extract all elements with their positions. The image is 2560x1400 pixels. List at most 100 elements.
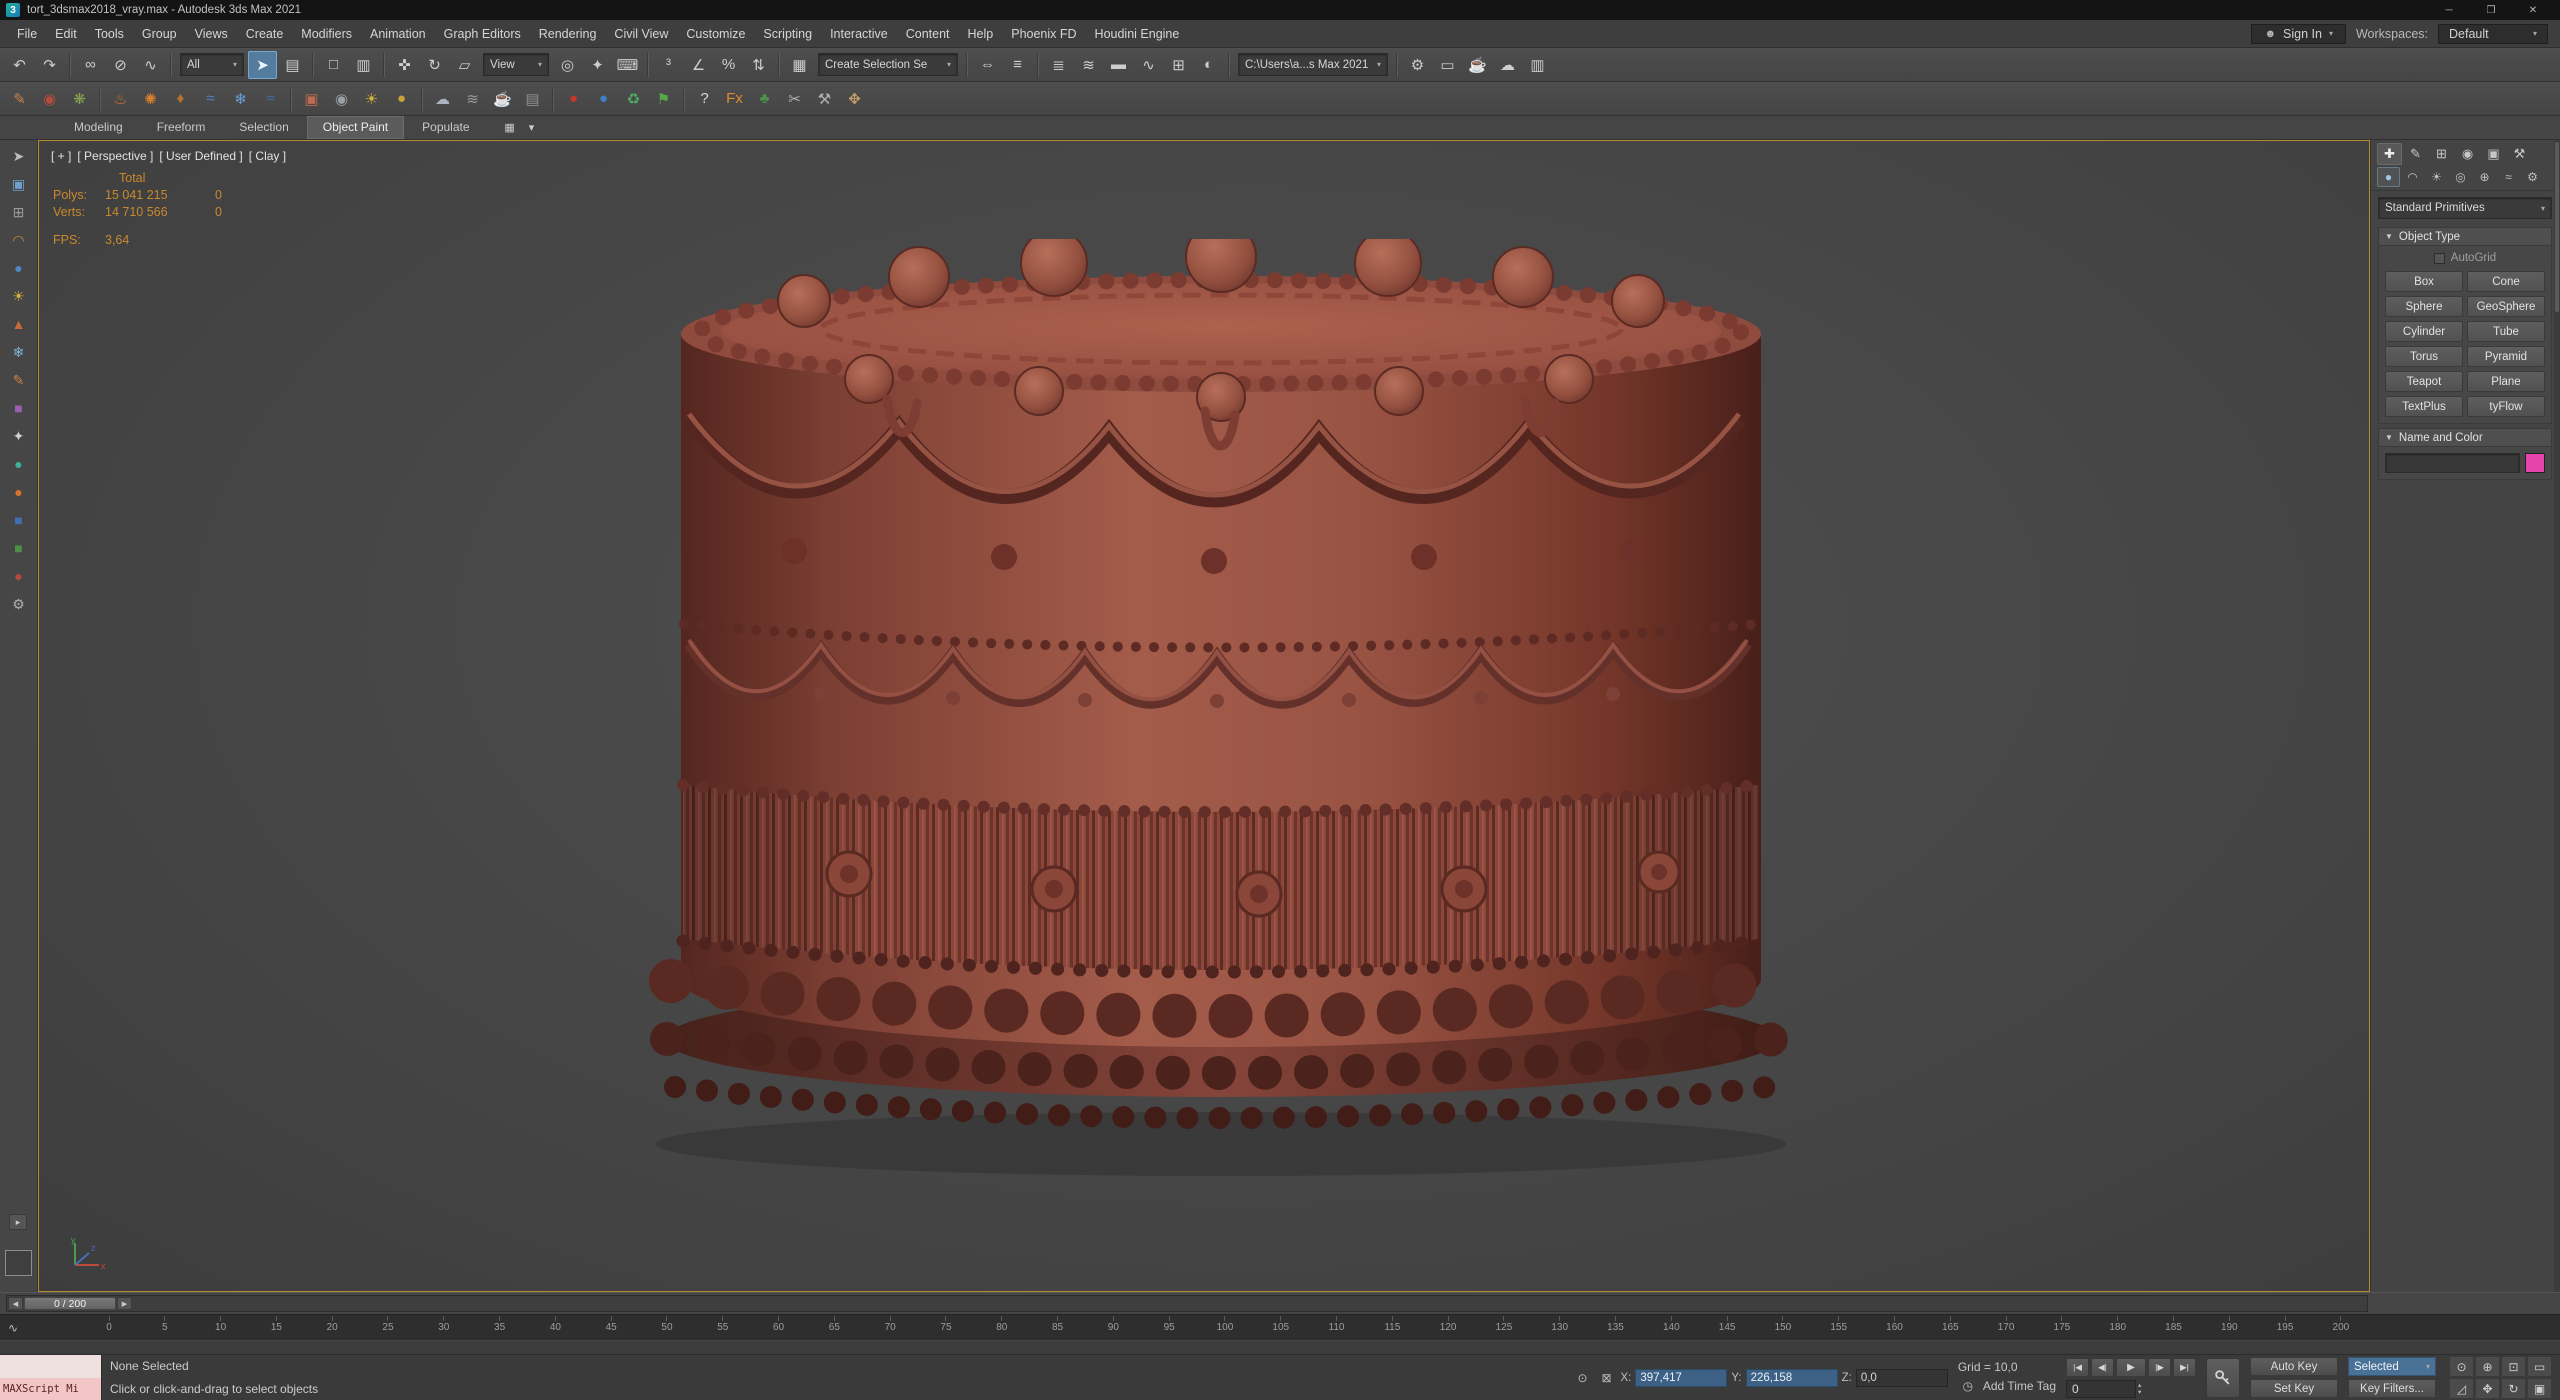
selection-filter-dropdown[interactable]: All ▾ bbox=[180, 53, 244, 76]
zoom-region-icon[interactable]: ▭ bbox=[2527, 1356, 2552, 1377]
select-and-manipulate-icon[interactable]: ✦ bbox=[583, 51, 612, 79]
zoom-icon[interactable]: ⊙ bbox=[2449, 1356, 2474, 1377]
menu-graph-editors[interactable]: Graph Editors bbox=[435, 22, 530, 46]
menu-file[interactable]: File bbox=[8, 22, 46, 46]
redo-icon[interactable]: ↷ bbox=[35, 51, 64, 79]
object-type-textplus[interactable]: TextPlus bbox=[2385, 396, 2463, 417]
object-type-box[interactable]: Box bbox=[2385, 271, 2463, 292]
sign-in-button[interactable]: ☻ Sign In ▾ bbox=[2251, 23, 2346, 44]
menu-help[interactable]: Help bbox=[959, 22, 1003, 46]
keyboard-shortcut-override-icon[interactable]: ⌨ bbox=[613, 51, 642, 79]
snowflake-icon[interactable]: ❄ bbox=[5, 339, 32, 365]
set-keys-large-button[interactable] bbox=[2206, 1357, 2240, 1398]
rectangular-selection-region-icon[interactable]: □ bbox=[319, 51, 348, 79]
vray-camera-icon[interactable]: ◉ bbox=[327, 85, 356, 113]
fx-icon[interactable]: Fx bbox=[720, 85, 749, 113]
paint-objects-icon[interactable]: ✎ bbox=[5, 85, 34, 113]
menu-civil-view[interactable]: Civil View bbox=[605, 22, 677, 46]
previous-frame-button[interactable]: ◀| bbox=[2091, 1357, 2114, 1377]
z-coordinate-field[interactable]: 0,0 bbox=[1855, 1368, 1948, 1387]
project-folder-field[interactable]: C:\Users\a...s Max 2021 ▾ bbox=[1238, 53, 1388, 76]
isolate-selection-icon[interactable]: ⊙ bbox=[1573, 1369, 1593, 1387]
use-pivot-point-center-icon[interactable]: ◎ bbox=[553, 51, 582, 79]
select-and-link-icon[interactable]: ∞ bbox=[76, 51, 105, 79]
close-button[interactable]: ✕ bbox=[2512, 0, 2554, 20]
zoom-all-icon[interactable]: ⊕ bbox=[2475, 1356, 2500, 1377]
flag-green-icon[interactable]: ⚑ bbox=[649, 85, 678, 113]
dot-orange-icon[interactable]: ● bbox=[5, 479, 32, 505]
film-clip-icon[interactable]: ▤ bbox=[518, 85, 547, 113]
ribbon-tab-modeling[interactable]: Modeling bbox=[58, 116, 139, 139]
hand-tool-icon[interactable]: ✥ bbox=[840, 85, 869, 113]
render-setup-icon[interactable]: ⚙ bbox=[1403, 51, 1432, 79]
object-type-plane[interactable]: Plane bbox=[2467, 371, 2545, 392]
y-coordinate-field[interactable]: 226,158 bbox=[1745, 1368, 1838, 1387]
named-selection-sets-dropdown[interactable]: Create Selection Se ▾ bbox=[818, 53, 958, 76]
object-color-swatch[interactable] bbox=[2525, 453, 2545, 473]
gear-icon[interactable]: ⚙ bbox=[5, 591, 32, 617]
previous-frame-arrow[interactable]: ◀ bbox=[8, 1297, 23, 1310]
cursor-icon[interactable]: ➤ bbox=[5, 143, 32, 169]
select-object-icon[interactable]: ➤ bbox=[248, 50, 277, 79]
object-type-teapot[interactable]: Teapot bbox=[2385, 371, 2463, 392]
cone-icon[interactable]: ▲ bbox=[5, 311, 32, 337]
square-green-icon[interactable]: ■ bbox=[5, 535, 32, 561]
pan-icon[interactable]: ✥ bbox=[2475, 1378, 2500, 1399]
percent-snap-toggle-icon[interactable]: % bbox=[714, 51, 743, 79]
key-selection-dropdown[interactable]: Selected ▾ bbox=[2348, 1357, 2436, 1376]
cameras-category[interactable]: ◎ bbox=[2449, 167, 2472, 187]
select-and-scale-icon[interactable]: ▱ bbox=[450, 51, 479, 79]
name-color-rollout-header[interactable]: ▼ Name and Color bbox=[2378, 428, 2552, 447]
menu-phoenix-fd[interactable]: Phoenix FD bbox=[1002, 22, 1085, 46]
listener-pane[interactable]: MAXScript Mi bbox=[0, 1377, 101, 1400]
display-monitor-icon[interactable]: ▣ bbox=[5, 171, 32, 197]
ribbon-tab-freeform[interactable]: Freeform bbox=[141, 116, 222, 139]
ribbon-tab-populate[interactable]: Populate bbox=[406, 116, 485, 139]
vray-sphere-icon[interactable]: ● bbox=[387, 85, 416, 113]
object-type-tube[interactable]: Tube bbox=[2467, 321, 2545, 342]
autogrid-checkbox[interactable] bbox=[2433, 252, 2445, 264]
cake-3d-model[interactable] bbox=[599, 239, 1844, 1234]
reference-coordinate-system-dropdown[interactable]: View ▾ bbox=[483, 53, 549, 76]
play-button[interactable]: ▶ bbox=[2116, 1357, 2146, 1377]
modify-tab[interactable]: ✎ bbox=[2403, 143, 2428, 165]
primitive-category-dropdown[interactable]: Standard Primitives ▾ bbox=[2378, 197, 2552, 219]
viewport-layout-tab[interactable] bbox=[5, 1250, 32, 1276]
expand-panel-arrow[interactable]: ▸ bbox=[9, 1214, 27, 1230]
sphere-red-icon[interactable]: ● bbox=[5, 563, 32, 589]
object-type-sphere[interactable]: Sphere bbox=[2385, 296, 2463, 317]
star-icon[interactable]: ✦ bbox=[5, 423, 32, 449]
lights-category[interactable]: ☀ bbox=[2425, 167, 2448, 187]
paint-brush-icon[interactable]: ✎ bbox=[5, 367, 32, 393]
menu-group[interactable]: Group bbox=[133, 22, 186, 46]
vray-frame-buffer-icon[interactable]: ▣ bbox=[297, 85, 326, 113]
motion-tab[interactable]: ◉ bbox=[2455, 143, 2480, 165]
object-type-tyflow[interactable]: tyFlow bbox=[2467, 396, 2545, 417]
render-production-icon[interactable]: ☕ bbox=[1463, 51, 1492, 79]
teapot-render-icon[interactable]: ☕ bbox=[488, 85, 517, 113]
object-type-torus[interactable]: Torus bbox=[2385, 346, 2463, 367]
maximize-button[interactable]: ❐ bbox=[2470, 0, 2512, 20]
viewport-label-2[interactable]: [ User Defined ] bbox=[159, 149, 242, 163]
viewport-label-1[interactable]: [ Perspective ] bbox=[77, 149, 153, 163]
sim-smoke-icon[interactable]: ≋ bbox=[458, 85, 487, 113]
select-by-name-icon[interactable]: ▤ bbox=[278, 51, 307, 79]
light-sun-icon[interactable]: ☀ bbox=[5, 283, 32, 309]
time-slider-track[interactable]: ◀ 0 / 200 ▶ bbox=[6, 1295, 2368, 1312]
go-to-start-button[interactable]: |◀ bbox=[2066, 1357, 2089, 1377]
spray-scatter-icon[interactable]: ❋ bbox=[65, 85, 94, 113]
rendered-frame-window-icon[interactable]: ▭ bbox=[1433, 51, 1462, 79]
phoenix-explosion-icon[interactable]: ✺ bbox=[136, 85, 165, 113]
menu-interactive[interactable]: Interactive bbox=[821, 22, 897, 46]
toggle-ribbon-icon[interactable]: ▬ bbox=[1104, 51, 1133, 79]
hierarchy-tab[interactable]: ⊞ bbox=[2429, 143, 2454, 165]
ribbon-config-icon[interactable]: ▦ bbox=[500, 118, 520, 138]
object-type-geosphere[interactable]: GeoSphere bbox=[2467, 296, 2545, 317]
phoenix-liquid-icon[interactable]: ≈ bbox=[196, 85, 225, 113]
phoenix-candle-icon[interactable]: ♦ bbox=[166, 85, 195, 113]
menu-content[interactable]: Content bbox=[897, 22, 959, 46]
maxscript-mini-listener[interactable]: MAXScript Mi bbox=[0, 1355, 102, 1400]
node-blue-icon[interactable]: ● bbox=[589, 85, 618, 113]
next-frame-arrow[interactable]: ▶ bbox=[117, 1297, 132, 1310]
spinner-down-icon[interactable]: ▾ bbox=[2138, 1389, 2141, 1396]
